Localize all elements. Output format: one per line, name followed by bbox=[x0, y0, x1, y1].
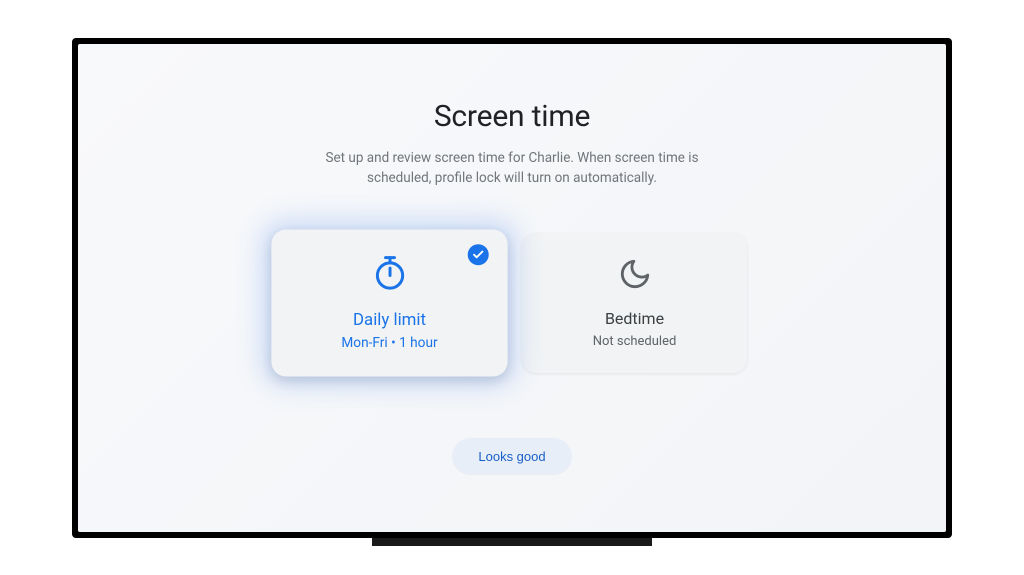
daily-limit-title: Daily limit bbox=[353, 309, 426, 329]
tv-frame: Screen time Set up and review screen tim… bbox=[72, 38, 952, 538]
tv-stand bbox=[372, 538, 652, 546]
daily-limit-card[interactable]: Daily limit Mon-Fri • 1 hour bbox=[271, 230, 507, 377]
moon-icon bbox=[618, 257, 652, 295]
page-description: Set up and review screen time for Charli… bbox=[292, 148, 732, 189]
looks-good-button[interactable]: Looks good bbox=[452, 438, 571, 475]
option-cards-row: Daily limit Mon-Fri • 1 hour Bedtime Not… bbox=[277, 233, 747, 373]
bedtime-subtitle: Not scheduled bbox=[593, 334, 677, 349]
stopwatch-icon bbox=[372, 255, 408, 295]
page-title: Screen time bbox=[434, 99, 590, 134]
check-badge-icon bbox=[468, 244, 489, 265]
screen-content: Screen time Set up and review screen tim… bbox=[78, 44, 946, 532]
daily-limit-subtitle: Mon-Fri • 1 hour bbox=[341, 336, 437, 352]
bedtime-title: Bedtime bbox=[605, 309, 664, 328]
bedtime-card[interactable]: Bedtime Not scheduled bbox=[522, 233, 747, 373]
